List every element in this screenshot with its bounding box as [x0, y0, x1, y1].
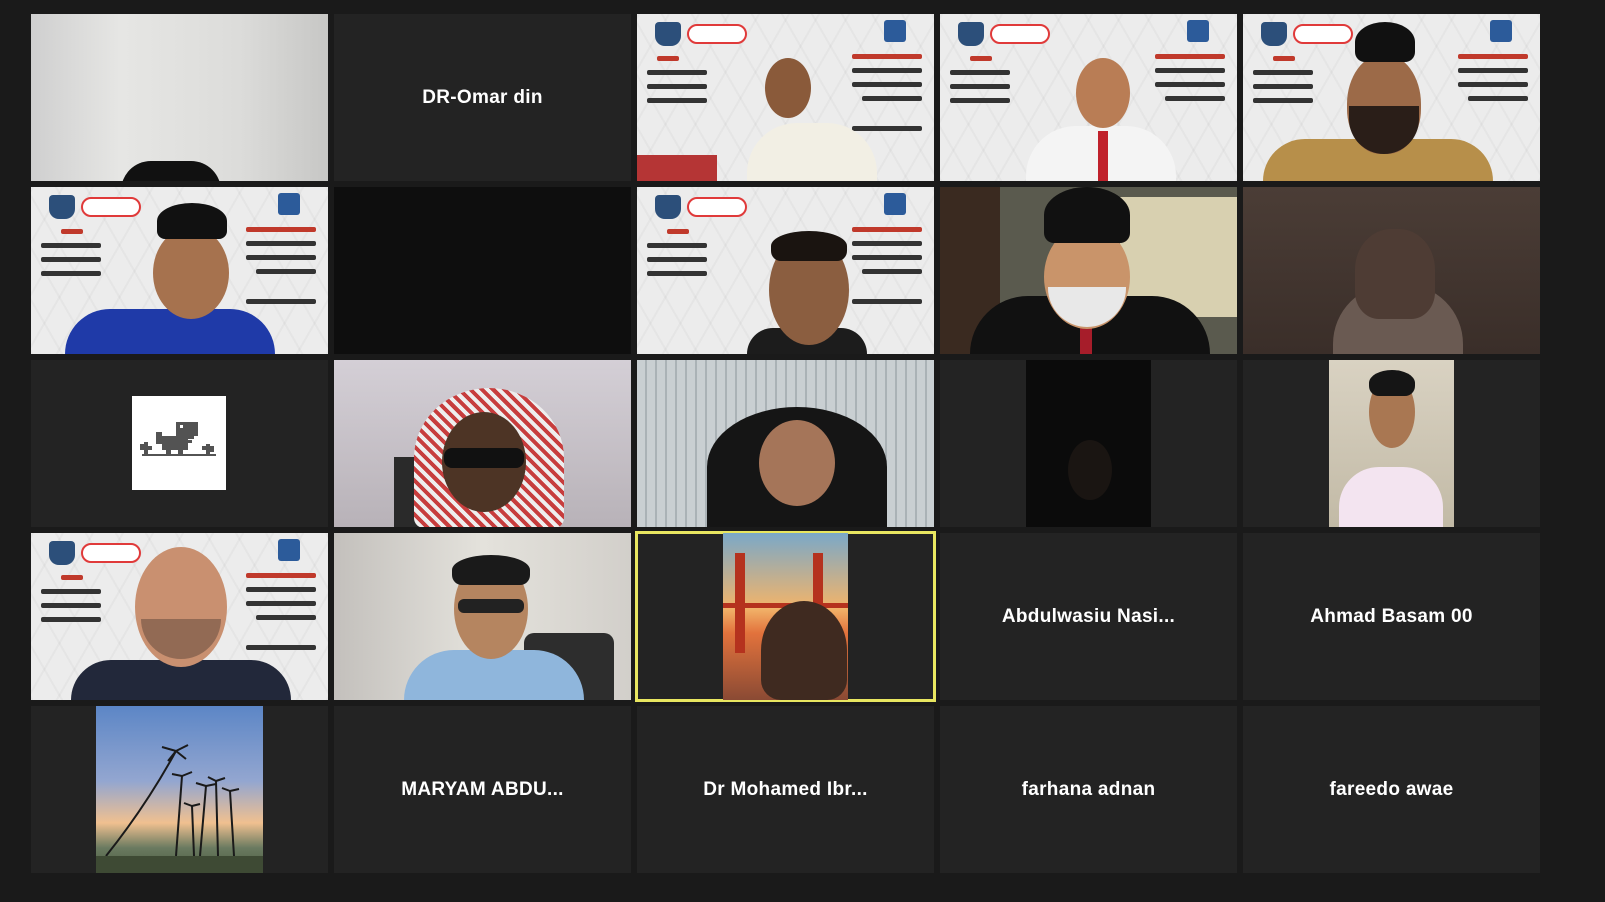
participant-video-tile[interactable] [1243, 187, 1540, 354]
participant-name: MARYAM ABDU... [401, 778, 564, 800]
person-face [761, 601, 847, 700]
participant-name-tile[interactable]: MARYAM ABDU... [334, 706, 631, 873]
participant-name: farhana adnan [1021, 778, 1156, 800]
participant-name: Dr Mohamed Ibr... [703, 778, 868, 800]
cap [1355, 22, 1415, 62]
participant-video-tile[interactable] [637, 187, 934, 354]
participant-name: DR-Omar din [422, 86, 543, 108]
participant-name: fareedo awae [1329, 778, 1454, 800]
participant-gallery: DR-Omar din Abdulwasiu Nasi... Ahmad Bas… [31, 14, 1540, 873]
active-speaker-tile[interactable] [635, 531, 936, 702]
participant-video-tile[interactable] [31, 14, 328, 181]
participant-video-tile[interactable] [334, 533, 631, 700]
person-face [1068, 440, 1112, 500]
person-face [153, 227, 229, 319]
participant-name-tile[interactable]: DR-Omar din [334, 14, 631, 181]
palm-trees-icon [96, 744, 263, 873]
glasses [458, 599, 524, 613]
glasses [444, 448, 524, 468]
video-feed [31, 14, 328, 181]
tie [1098, 131, 1108, 181]
person-head [1355, 229, 1435, 319]
chair [637, 155, 717, 181]
person-torso [1339, 467, 1443, 527]
participant-blank-tile[interactable] [334, 187, 631, 354]
person-face [759, 420, 835, 506]
hair [452, 555, 530, 585]
participant-video-tile[interactable] [940, 14, 1237, 181]
participant-name: Abdulwasiu Nasi... [1001, 605, 1176, 627]
dino-icon [140, 422, 216, 456]
hair [771, 231, 847, 261]
participant-avatar-tile[interactable] [31, 706, 328, 873]
cap [1044, 187, 1130, 243]
participant-video-tile[interactable] [637, 14, 934, 181]
person-torso [65, 309, 275, 354]
participant-video-tile[interactable] [1243, 360, 1540, 527]
person-face [765, 58, 811, 118]
participant-video-tile[interactable] [31, 533, 328, 700]
participant-video-tile[interactable] [637, 360, 934, 527]
participant-video-tile[interactable] [1243, 14, 1540, 181]
participant-video-tile[interactable] [31, 187, 328, 354]
profile-picture [132, 396, 226, 490]
participant-name-tile[interactable]: farhana adnan [940, 706, 1237, 873]
beach-palm-image [96, 706, 263, 873]
participant-video-tile[interactable] [940, 360, 1237, 527]
participant-name-tile[interactable]: Dr Mohamed Ibr... [637, 706, 934, 873]
participant-name-tile[interactable]: fareedo awae [1243, 706, 1540, 873]
cap [157, 203, 227, 239]
participant-video-tile[interactable] [334, 360, 631, 527]
hair [1369, 370, 1415, 396]
participant-name-tile[interactable]: Abdulwasiu Nasi... [940, 533, 1237, 700]
person-face [1076, 58, 1130, 128]
participant-name-tile[interactable]: Ahmad Basam 00 [1243, 533, 1540, 700]
participant-name: Ahmad Basam 00 [1310, 605, 1473, 627]
participant-video-tile[interactable] [940, 187, 1237, 354]
participant-avatar-tile[interactable] [31, 360, 328, 527]
